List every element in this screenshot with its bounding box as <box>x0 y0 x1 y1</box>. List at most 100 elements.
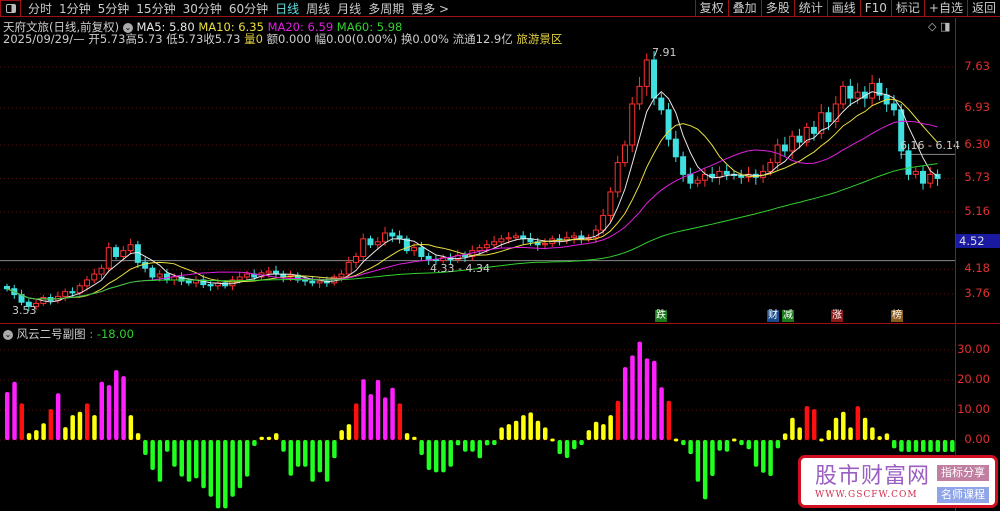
candle-body <box>680 156 687 175</box>
current-price-badge: 4.52 <box>956 234 1000 248</box>
indicator-bar <box>223 440 228 509</box>
candle-body <box>869 82 876 99</box>
indicator-bar <box>855 406 861 440</box>
candle-body <box>309 280 316 284</box>
event-marker[interactable]: 跌 <box>655 310 667 322</box>
price-tick: 5.73 <box>964 170 990 185</box>
indicator-bar <box>99 381 105 440</box>
candle-body <box>163 273 170 281</box>
indicator-bar <box>273 433 279 440</box>
watermark: 股市财富网 WWW.GSCFW.COM 指标分享 名师课程 <box>798 455 998 508</box>
candle-body <box>236 276 243 281</box>
indicator-bar <box>252 440 257 446</box>
indicator-bar <box>950 440 955 452</box>
indicator-bar <box>819 438 824 442</box>
indicator-bar <box>848 427 853 440</box>
candle-body <box>483 244 490 249</box>
pane-divider[interactable] <box>0 323 1000 324</box>
indicator-bar <box>833 417 839 440</box>
indicator-bar <box>586 430 592 440</box>
indicator-bar <box>208 440 214 497</box>
indicator-bar <box>688 440 693 455</box>
indicator-bar <box>572 440 577 450</box>
candle-body <box>781 144 788 152</box>
indicator-bar <box>906 440 911 452</box>
indicator-bar <box>899 440 904 452</box>
candle-body <box>571 235 578 239</box>
indicator-bar <box>404 433 410 440</box>
candle-body <box>360 238 367 257</box>
indicator-bar <box>877 436 882 440</box>
candle-body <box>156 273 163 278</box>
candle-body <box>767 162 774 172</box>
indicator-bar <box>710 440 715 476</box>
candle-body <box>723 170 730 175</box>
candle-body <box>832 103 839 123</box>
event-marker[interactable]: 减 <box>782 310 794 322</box>
indicator-bar <box>746 440 752 450</box>
indicator-bar <box>564 440 570 458</box>
indicator-bar <box>288 440 294 476</box>
indicator-bar <box>135 433 141 440</box>
indicator-bar <box>477 440 483 459</box>
indicator-bar <box>397 403 403 440</box>
candle-body <box>418 247 425 257</box>
indicator-bar <box>84 403 90 440</box>
candle-body <box>91 273 98 281</box>
indicator-bar <box>673 438 679 442</box>
indicator-bar <box>732 438 737 442</box>
indicator-bar <box>143 440 148 455</box>
indicator-bar <box>41 423 46 440</box>
indicator-bar <box>608 415 613 440</box>
indicator-bar <box>419 440 424 455</box>
indicator-bar <box>535 420 541 440</box>
indicator-bar <box>455 440 461 446</box>
candle-body <box>105 247 112 269</box>
indicator-bar <box>484 440 490 446</box>
indicator-bar <box>492 440 497 446</box>
indicator-bar <box>48 409 54 440</box>
candle-body <box>302 279 309 282</box>
candle-body <box>541 243 548 246</box>
indicator-bar <box>375 380 381 440</box>
candle-body <box>665 109 672 140</box>
indicator-bar <box>70 415 75 440</box>
indicator-tick: 10.00 <box>957 402 990 416</box>
indicator-bar <box>870 427 875 440</box>
indicator-name[interactable]: 风云二号副图 <box>17 327 86 341</box>
price-tick: 6.30 <box>964 137 990 152</box>
indicator-bar <box>303 440 308 467</box>
candle-body <box>825 112 832 123</box>
chevron-down-icon[interactable]: ⌄ <box>3 329 13 340</box>
watermark-url: WWW.GSCFW.COM <box>815 490 918 500</box>
indicator-bar <box>528 412 533 440</box>
indicator-bar <box>615 400 621 440</box>
indicator-bar <box>579 440 584 446</box>
event-marker[interactable]: 涨 <box>831 310 843 322</box>
indicator-bar <box>448 440 453 467</box>
candle-body <box>920 170 927 184</box>
candle-body <box>185 280 192 284</box>
indicator-bar <box>353 403 359 440</box>
indicator-bar <box>601 424 606 440</box>
indicator-bar <box>593 421 599 440</box>
indicator-bar <box>244 440 250 477</box>
watermark-name: 股市财富网 <box>815 464 931 489</box>
indicator-bar <box>361 379 366 440</box>
indicator-bar <box>19 403 25 440</box>
indicator-bar <box>557 440 563 455</box>
candle-body <box>789 135 796 152</box>
candle-body <box>912 170 919 175</box>
indicator-bar <box>201 440 206 489</box>
event-marker[interactable]: 财 <box>767 310 779 322</box>
indicator-bar <box>346 424 352 440</box>
indicator-tick: 30.00 <box>957 342 990 356</box>
axis-divider <box>955 18 956 511</box>
kline-chart[interactable]: 7.91 3.53 4.33 - 4.34 6.16 - 6.14 <box>0 0 1000 511</box>
candle-body <box>600 214 607 231</box>
candle-body <box>512 235 519 239</box>
event-marker[interactable]: 榜 <box>891 310 903 322</box>
indicator-value: : -18.00 <box>89 327 134 341</box>
indicator-bar <box>717 440 722 451</box>
indicator-bar <box>884 433 890 440</box>
